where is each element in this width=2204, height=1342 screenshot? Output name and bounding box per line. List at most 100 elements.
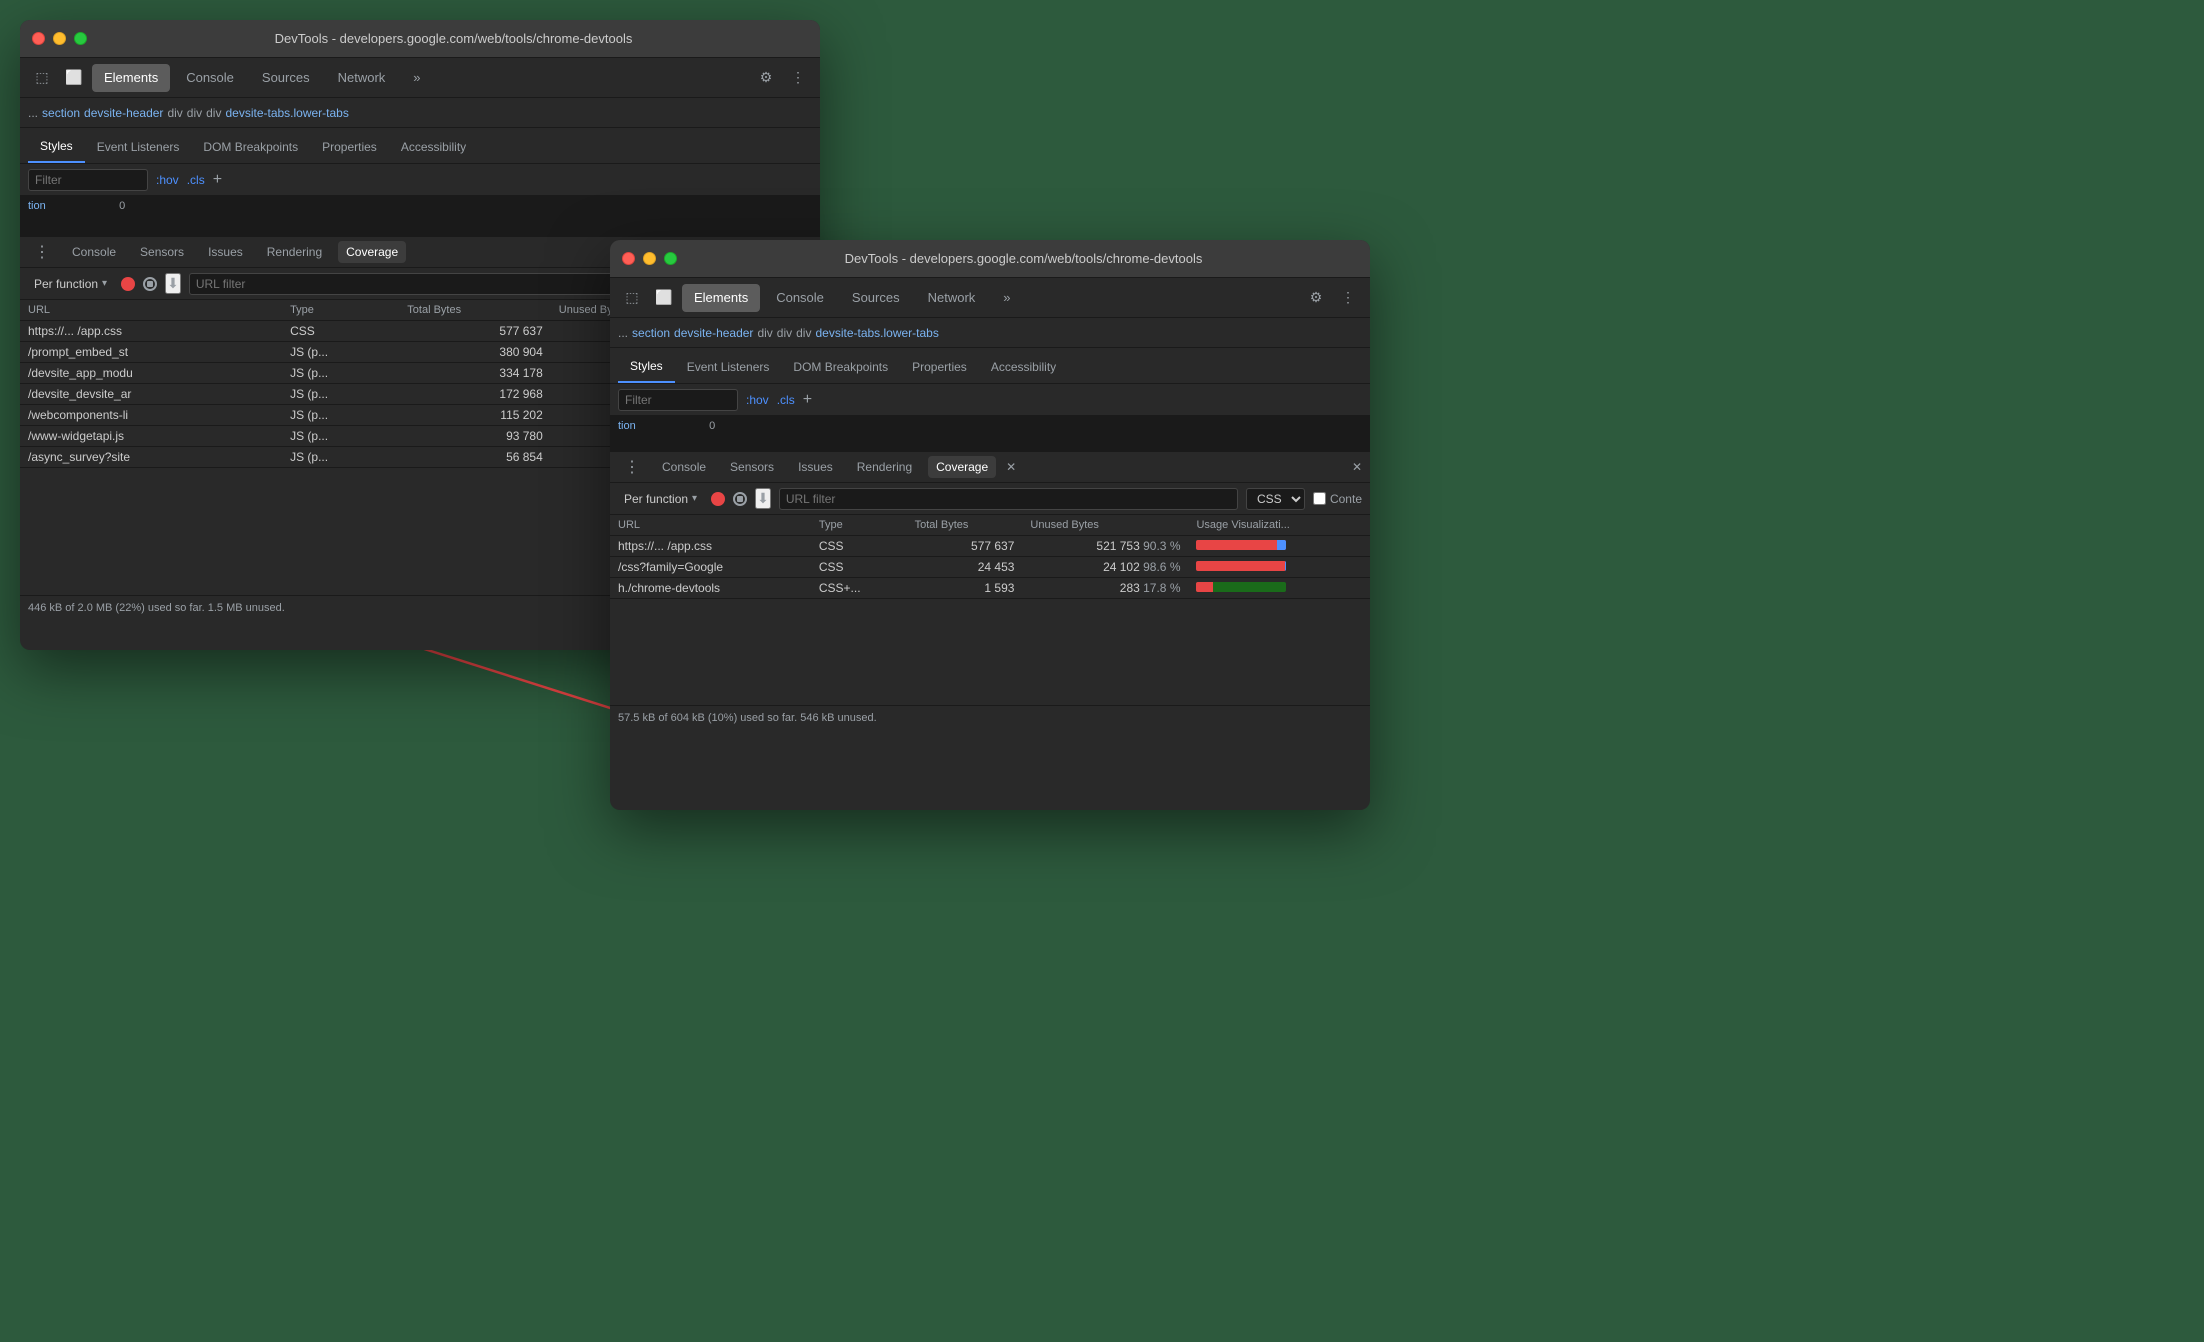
bottom-tab-rendering-2[interactable]: Rendering xyxy=(849,456,920,478)
bottom-tab-coverage-2[interactable]: Coverage xyxy=(928,456,996,478)
per-function-button-2[interactable]: Per function ▾ xyxy=(618,490,703,508)
tab-more-1[interactable]: » xyxy=(401,64,432,92)
hov-tag-1[interactable]: :hov xyxy=(156,173,179,187)
bottom-tab-rendering-1[interactable]: Rendering xyxy=(259,241,330,263)
tab-styles-1[interactable]: Styles xyxy=(28,131,85,163)
tab-accessibility-1[interactable]: Accessibility xyxy=(389,131,478,163)
tab-elements-2[interactable]: Elements xyxy=(682,284,760,312)
maximize-button-1[interactable] xyxy=(74,32,87,45)
tab-more-2[interactable]: » xyxy=(991,284,1022,312)
inspect-icon-2[interactable]: ⬚ xyxy=(618,284,646,312)
breadcrumb-devsite-header-2[interactable]: devsite-header xyxy=(674,326,753,340)
breadcrumb-devsite-tabs-1[interactable]: devsite-tabs.lower-tabs xyxy=(225,106,348,120)
tab-properties-2[interactable]: Properties xyxy=(900,351,979,383)
bottom-panel-close-2[interactable]: ✕ xyxy=(1352,460,1362,474)
minimize-button-2[interactable] xyxy=(643,252,656,265)
device-icon[interactable]: ⬜ xyxy=(60,64,88,92)
css-dropdown-2[interactable]: CSS JS All xyxy=(1246,488,1305,510)
status-bar-2: 57.5 kB of 604 kB (10%) used so far. 546… xyxy=(610,705,1370,729)
col-type-2: Type xyxy=(811,515,907,536)
tab-dom-breakpoints-2[interactable]: DOM Breakpoints xyxy=(781,351,900,383)
per-function-button-1[interactable]: Per function ▾ xyxy=(28,275,113,293)
tab-properties-1[interactable]: Properties xyxy=(310,131,389,163)
stop-button-1[interactable] xyxy=(143,277,157,291)
bottom-tab-sensors-1[interactable]: Sensors xyxy=(132,241,192,263)
bottom-tab-issues-2[interactable]: Issues xyxy=(790,456,841,478)
tab-network-2[interactable]: Network xyxy=(916,284,988,312)
breadcrumb-section-2[interactable]: section xyxy=(632,326,670,340)
minimize-button-1[interactable] xyxy=(53,32,66,45)
more-icon-2[interactable]: ⋮ xyxy=(1334,284,1362,312)
more-bottom-icon-2[interactable]: ⋮ xyxy=(618,453,646,481)
cls-tag-1[interactable]: .cls xyxy=(187,173,205,187)
cell-type: CSS xyxy=(811,557,907,578)
cell-total: 577 637 xyxy=(907,536,1023,557)
add-filter-1[interactable]: + xyxy=(213,171,222,189)
tab-elements-1[interactable]: Elements xyxy=(92,64,170,92)
tab-console-1[interactable]: Console xyxy=(174,64,246,92)
table-row[interactable]: h./chrome-devtools CSS+... 1 593 283 17.… xyxy=(610,578,1370,599)
breadcrumb-div2-2[interactable]: div xyxy=(777,326,792,340)
cell-type: JS (p... xyxy=(282,363,399,384)
settings-icon[interactable]: ⚙ xyxy=(752,64,780,92)
breadcrumb-devsite-header-1[interactable]: devsite-header xyxy=(84,106,163,120)
tab-event-listeners-2[interactable]: Event Listeners xyxy=(675,351,782,383)
tab-accessibility-2[interactable]: Accessibility xyxy=(979,351,1068,383)
bottom-tab-coverage-1[interactable]: Coverage xyxy=(338,241,406,263)
cell-total: 93 780 xyxy=(399,426,551,447)
cell-type: CSS+... xyxy=(811,578,907,599)
tab-dom-breakpoints-1[interactable]: DOM Breakpoints xyxy=(191,131,310,163)
breadcrumb-dots-2: ... xyxy=(618,326,628,340)
breadcrumb-section-1[interactable]: section xyxy=(42,106,80,120)
cell-total: 56 854 xyxy=(399,447,551,468)
url-filter-input-2[interactable] xyxy=(779,488,1238,510)
filter-input-1[interactable] xyxy=(28,169,148,191)
cls-tag-2[interactable]: .cls xyxy=(777,393,795,407)
download-button-1[interactable]: ⬇ xyxy=(165,273,181,294)
record-button-2[interactable] xyxy=(711,492,725,506)
tab-sources-2[interactable]: Sources xyxy=(840,284,912,312)
breadcrumb-div2-1[interactable]: div xyxy=(187,106,202,120)
record-button-1[interactable] xyxy=(121,277,135,291)
coverage-tab-close-2[interactable]: ✕ xyxy=(1006,460,1016,474)
tab-styles-2[interactable]: Styles xyxy=(618,351,675,383)
tab-console-2[interactable]: Console xyxy=(764,284,836,312)
close-button-1[interactable] xyxy=(32,32,45,45)
status-text-1: 446 kB of 2.0 MB (22%) used so far. 1.5 … xyxy=(28,602,285,614)
hov-tag-2[interactable]: :hov xyxy=(746,393,769,407)
bottom-tab-console-2[interactable]: Console xyxy=(654,456,714,478)
breadcrumb-div3-2[interactable]: div xyxy=(796,326,811,340)
maximize-button-2[interactable] xyxy=(664,252,677,265)
more-bottom-icon-1[interactable]: ⋮ xyxy=(28,238,56,266)
settings-icon-2[interactable]: ⚙ xyxy=(1302,284,1330,312)
traffic-lights-2 xyxy=(622,252,677,265)
device-icon-2[interactable]: ⬜ xyxy=(650,284,678,312)
stop-button-2[interactable] xyxy=(733,492,747,506)
devtools-toolbar-2: ⬚ ⬜ Elements Console Sources Network » ⚙… xyxy=(610,278,1370,318)
filter-input-2[interactable] xyxy=(618,389,738,411)
tab-sources-1[interactable]: Sources xyxy=(250,64,322,92)
table-row[interactable]: /css?family=Google CSS 24 453 24 102 98.… xyxy=(610,557,1370,578)
close-button-2[interactable] xyxy=(622,252,635,265)
breadcrumb-div1-1[interactable]: div xyxy=(167,106,182,120)
styles-content-2: tion 0 xyxy=(610,416,1370,451)
download-button-2[interactable]: ⬇ xyxy=(755,488,771,509)
col-total-1: Total Bytes xyxy=(399,300,551,321)
col-url-2: URL xyxy=(610,515,811,536)
breadcrumb-devsite-tabs-2[interactable]: devsite-tabs.lower-tabs xyxy=(815,326,938,340)
titlebar-2: DevTools - developers.google.com/web/too… xyxy=(610,240,1370,278)
tab-event-listeners-1[interactable]: Event Listeners xyxy=(85,131,192,163)
bottom-tab-sensors-2[interactable]: Sensors xyxy=(722,456,782,478)
cell-vis xyxy=(1188,536,1370,557)
cell-url: /www-widgetapi.js xyxy=(20,426,282,447)
content-check-2[interactable] xyxy=(1313,492,1326,505)
tab-network-1[interactable]: Network xyxy=(326,64,398,92)
more-icon[interactable]: ⋮ xyxy=(784,64,812,92)
add-filter-2[interactable]: + xyxy=(803,391,812,409)
breadcrumb-div1-2[interactable]: div xyxy=(757,326,772,340)
bottom-tab-issues-1[interactable]: Issues xyxy=(200,241,251,263)
table-row[interactable]: https://... /app.css CSS 577 637 521 753… xyxy=(610,536,1370,557)
bottom-tab-console-1[interactable]: Console xyxy=(64,241,124,263)
inspect-icon[interactable]: ⬚ xyxy=(28,64,56,92)
breadcrumb-div3-1[interactable]: div xyxy=(206,106,221,120)
